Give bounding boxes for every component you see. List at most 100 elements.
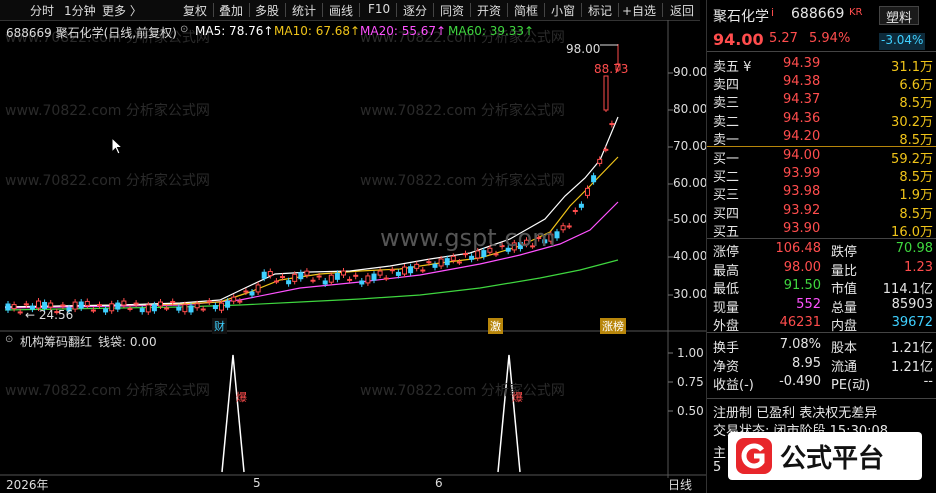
low-price-label: ← 24.56 [25,308,74,322]
ask-price: 94.39 [783,56,821,71]
candle-body [389,269,395,272]
toolbar-adjust-button[interactable]: 复权 [183,2,207,19]
toolbar-separator [396,3,397,17]
toolbar-stats-button[interactable]: 统计 [292,2,316,19]
kline-chart-area[interactable] [0,20,706,493]
indicator-collapse-icon[interactable]: ⊙ [5,334,13,345]
toolbar-add-watchlist-button[interactable]: +自选 [622,2,656,19]
fund-value: 1.21亿 [891,341,933,356]
stat-value: 91.50 [783,278,821,293]
fund-value: -- [923,374,933,389]
partial-row: 5 [713,460,722,475]
bid-volume: 16.0万 [891,224,933,240]
stat-value: 98.00 [783,259,821,275]
stat-label: 最高 [713,263,740,279]
toolbar-separator [507,3,508,17]
bid-price: 93.98 [783,184,821,200]
price-axis-label: 30.00 [673,287,708,301]
price-axis-label: 60.00 [673,176,708,190]
sector-button[interactable]: 塑料 [879,6,920,26]
stat-label: 跌停 [831,245,858,260]
indicator-ticks [668,352,673,412]
bid-volume: 8.5万 [899,206,933,222]
candle-body [292,273,298,282]
candle-body [432,263,438,268]
toolbar-separator [544,3,545,17]
toolbar-open-fund-button[interactable]: 开资 [477,2,501,19]
stat-value: 70.98 [895,241,933,256]
toolbar-minute-button[interactable]: 逐分 [403,2,427,19]
candle-body [72,301,78,310]
toolbar-separator [285,3,286,17]
candle-body [231,296,237,302]
candle-body [304,270,310,276]
fund-label: 股本 [831,341,858,356]
candle-body [194,303,200,309]
stat-label: 外盘 [713,319,740,334]
quote-panel: 聚石化学 i 688669 KR 塑料 94.00 5.27 5.94% -3.… [706,0,936,493]
toolbar-separator [213,3,214,17]
candle-body [322,280,328,285]
candle-body [261,271,267,279]
event-marker-finance[interactable]: 财 [212,318,227,334]
candle-body [280,276,285,279]
candle-body [97,304,102,307]
ask-label: 卖一 [713,132,740,148]
prev-high-label: 88.73 [594,62,629,76]
event-marker-limit-up-list[interactable]: 涨榜 [600,318,626,334]
bid-price: 93.90 [783,220,821,236]
indicator-axis-label: 1.00 [677,346,704,360]
ask-volume: 8.5万 [899,132,933,148]
toolbar-same-fund-button[interactable]: 同资 [440,2,464,19]
indicator-signal-mark: 爆 [512,391,523,404]
toolbar-separator [618,3,619,17]
tab-1min[interactable]: 1分钟 [64,2,96,19]
tab-intraday[interactable]: 分时 [30,2,54,19]
candle-body [127,307,133,310]
stat-label: 市值 [831,282,858,297]
toolbar-multi-stock-button[interactable]: 多股 [255,2,279,19]
bid-label: 买二 [713,170,740,186]
tab-more[interactable]: 更多 〉 [102,2,142,19]
toolbar-overlay-button[interactable]: 叠加 [219,2,243,19]
period-label[interactable]: 日线 [668,476,692,493]
toolbar-separator [662,3,663,17]
ask-label: 卖二 [713,114,740,130]
candle-body [255,284,261,293]
candle-body [603,75,609,111]
event-marker-incentive[interactable]: 激 [488,318,503,334]
candle-body [176,306,182,311]
ask-volume: 8.5万 [899,96,933,112]
candle-body [243,290,249,293]
candle-body [420,269,426,272]
toolbar-f10-button[interactable]: F10 [368,2,390,16]
toolbar-small-window-button[interactable]: 小窗 [551,2,575,19]
toolbar-mark-button[interactable]: 标记 [588,2,612,19]
candle-body [597,158,603,164]
candle-body [328,274,334,283]
toolbar-draw-button[interactable]: 画线 [329,2,353,19]
candle-body [347,278,353,281]
candle-body [334,272,340,280]
stat-label: 涨停 [713,245,740,260]
bid-volume: 8.5万 [899,170,933,186]
candle-body [609,123,615,126]
candle-body [456,261,462,264]
toolbar-back-button[interactable]: 返回 [670,2,694,19]
price-axis-label: 90.00 [673,65,708,79]
stat-value: 39672 [891,315,933,330]
toolbar-simple-frame-button[interactable]: 简框 [514,2,538,19]
chevron-down-icon[interactable]: ⊙ [180,24,188,35]
candle-body [469,255,475,260]
ma60-label: MA60: 39.33↑ [448,24,535,38]
candle-body [249,291,255,296]
bid-price: 93.92 [783,202,821,218]
candle-body [109,303,115,312]
ask-label: 卖四 [713,78,740,94]
ma5-line [4,116,619,308]
price-change-pct: 5.94% [809,31,851,46]
bid-price: 94.00 [783,148,821,163]
ask-price: 94.37 [783,92,821,108]
indicator-signal-mark: 爆 [236,391,247,404]
logo-text: 公式平台 [780,444,885,474]
